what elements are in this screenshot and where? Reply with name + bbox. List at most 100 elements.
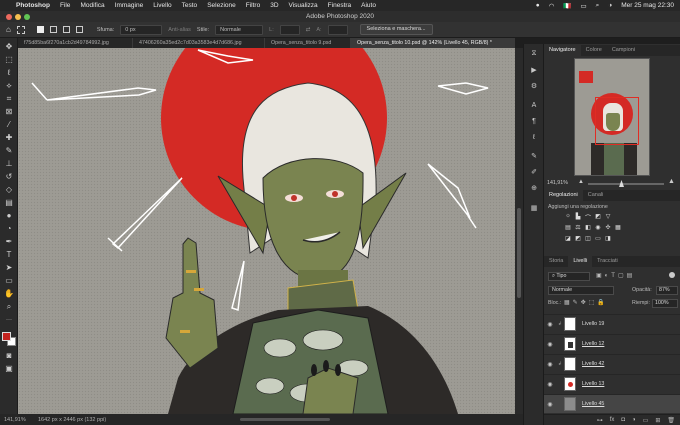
layer-name[interactable]: Livello 45	[582, 401, 604, 407]
layer-row[interactable]: ◉ ↲ Livello 19	[544, 314, 680, 333]
language-flag-icon[interactable]: 🇮🇹	[563, 2, 571, 10]
visibility-eye-icon[interactable]: ◉	[544, 321, 556, 328]
navigator-view-rectangle[interactable]	[595, 97, 639, 145]
threshold-icon[interactable]: ◫	[584, 235, 592, 242]
frame-tool-icon[interactable]: ⊠	[3, 106, 15, 117]
blur-tool-icon[interactable]: ●	[3, 210, 15, 221]
tab-colore[interactable]: Colore	[581, 45, 607, 56]
brushes-panel-icon[interactable]: ✐	[528, 168, 540, 178]
menu-visualizza[interactable]: Visualizza	[289, 2, 318, 9]
zoom-in-icon[interactable]: ▲	[668, 178, 675, 185]
healing-tool-icon[interactable]: ✚	[3, 132, 15, 143]
photo-filter-icon[interactable]: ◉	[594, 224, 602, 231]
tab-storia[interactable]: Storia	[544, 256, 568, 267]
swap-icon[interactable]: ⇄	[306, 27, 311, 33]
eraser-tool-icon[interactable]: ◇	[3, 184, 15, 195]
minimize-window-button[interactable]	[15, 14, 21, 20]
height-input[interactable]	[327, 24, 348, 35]
layer-name[interactable]: Livello 19	[582, 321, 604, 327]
add-mask-icon[interactable]: ◘	[621, 417, 625, 423]
new-adjustment-icon[interactable]: ◑	[632, 417, 636, 423]
lasso-tool-icon[interactable]: ℓ	[3, 67, 15, 78]
color-lookup-icon[interactable]: ▦	[614, 224, 622, 231]
layer-name[interactable]: Livello 42	[582, 361, 604, 367]
visibility-eye-icon[interactable]: ◉	[544, 361, 556, 368]
zoom-slider[interactable]	[588, 183, 664, 185]
zoom-level[interactable]: 141,91%	[4, 417, 26, 423]
blend-mode-select[interactable]: Normale	[548, 286, 614, 295]
shape-tool-icon[interactable]: ▭	[3, 275, 15, 286]
foreground-color-swatch[interactable]	[2, 332, 11, 341]
horizontal-scroll-thumb[interactable]	[240, 418, 330, 421]
layer-row[interactable]: ◉ Livello 12	[544, 334, 680, 353]
lock-icons[interactable]: ▦✎✥⬚🔒	[564, 299, 608, 306]
menu-modifica[interactable]: Modifica	[80, 2, 104, 9]
menu-app-name[interactable]: Photoshop	[16, 2, 50, 9]
menu-testo[interactable]: Testo	[182, 2, 198, 9]
vertical-scrollbar[interactable]	[515, 48, 523, 414]
tab-tracciati[interactable]: Tracciati	[592, 256, 623, 267]
tab-canali[interactable]: Canali	[583, 190, 609, 201]
tab-campioni[interactable]: Campioni	[607, 45, 640, 56]
gradient-map-icon[interactable]: ▭	[594, 235, 602, 242]
history-panel-icon[interactable]: ⧖	[528, 50, 540, 60]
layer-name[interactable]: Livello 13	[582, 381, 604, 387]
link-layers-icon[interactable]: ⊶	[597, 417, 603, 424]
opacity-input[interactable]: 87%	[656, 286, 678, 295]
clone-source-icon[interactable]: ⊕	[528, 184, 540, 194]
doc-tab[interactable]: f75d85ba6f270a1cb2d49784992.jpg	[18, 38, 133, 48]
subtract-selection-icon[interactable]	[62, 26, 70, 33]
posterize-icon[interactable]: ◩	[574, 235, 582, 242]
zoom-out-icon[interactable]: ▲	[578, 179, 584, 185]
color-balance-icon[interactable]: ⚖	[574, 224, 582, 231]
doc-tab-active[interactable]: Opera_senza_titolo 10.psd @ 142% (Livell…	[351, 38, 515, 48]
gradient-tool-icon[interactable]: ▤	[3, 197, 15, 208]
menu-file[interactable]: File	[60, 2, 70, 9]
zoom-tool-icon[interactable]: ⌕	[3, 301, 15, 312]
filter-toggle[interactable]	[669, 272, 675, 278]
type-tool-icon[interactable]: T	[3, 249, 15, 260]
dodge-tool-icon[interactable]: ◔	[3, 223, 15, 234]
libraries-panel-icon[interactable]: ▦	[528, 204, 540, 214]
stamp-tool-icon[interactable]: ⊥	[3, 158, 15, 169]
new-layer-icon[interactable]: ⊞	[655, 417, 660, 424]
doc-tab[interactable]: Opera_senza_titolo 9.psd	[265, 38, 351, 48]
channel-mixer-icon[interactable]: ✣	[604, 224, 612, 231]
screen-mode-icon[interactable]: ▣	[3, 363, 15, 374]
layer-style-icon[interactable]: fx	[610, 417, 615, 423]
actions-panel-icon[interactable]: ▶	[528, 66, 540, 76]
fill-input[interactable]: 100%	[652, 299, 678, 308]
menu-selezione[interactable]: Selezione	[207, 2, 236, 9]
glyphs-panel-icon[interactable]: ℓ	[528, 134, 540, 144]
visibility-eye-icon[interactable]: ◉	[544, 341, 556, 348]
layer-row[interactable]: ◉ ↲ Livello 42	[544, 354, 680, 373]
layer-row[interactable]: ◉ Livello 13	[544, 374, 680, 393]
navigator-zoom[interactable]: 141,91%	[547, 180, 568, 186]
navigator-preview[interactable]	[574, 58, 650, 176]
black-white-icon[interactable]: ◧	[584, 224, 592, 231]
menu-filtro[interactable]: Filtro	[246, 2, 260, 9]
character-panel-icon[interactable]: A	[528, 102, 540, 112]
status-icon[interactable]: ●	[536, 2, 540, 9]
wifi-icon[interactable]: ◠	[549, 2, 555, 10]
sfuma-input[interactable]: 0 px	[120, 24, 163, 35]
exposure-icon[interactable]: ◩	[594, 213, 602, 220]
layer-filter-icons[interactable]: ▣◐T▢▤	[596, 272, 635, 279]
tab-navigator[interactable]: Navigatore	[544, 45, 581, 56]
width-input[interactable]	[279, 24, 300, 35]
new-selection-icon[interactable]	[36, 26, 44, 33]
battery-icon[interactable]: ▭	[581, 2, 587, 10]
paragraph-panel-icon[interactable]: ¶	[528, 118, 540, 128]
control-center-icon[interactable]: ◑	[608, 2, 612, 9]
select-and-mask-button[interactable]: Seleziona e maschera...	[359, 24, 433, 35]
marquee-tool-icon[interactable]: ⬚	[3, 54, 15, 65]
stile-select[interactable]: Normale	[215, 24, 264, 35]
layer-row-selected[interactable]: ◉ Livello 45	[544, 394, 680, 413]
layer-filter-select[interactable]: ⌕ Tipo	[548, 272, 590, 281]
move-tool-icon[interactable]: ✥	[3, 41, 15, 52]
tab-livelli[interactable]: Livelli	[568, 256, 593, 267]
menu-aiuto[interactable]: Aiuto	[361, 2, 376, 9]
menu-immagine[interactable]: Immagine	[115, 2, 144, 9]
quick-mask-icon[interactable]: ◙	[3, 350, 15, 361]
delete-layer-icon[interactable]: 🗑	[667, 417, 675, 424]
